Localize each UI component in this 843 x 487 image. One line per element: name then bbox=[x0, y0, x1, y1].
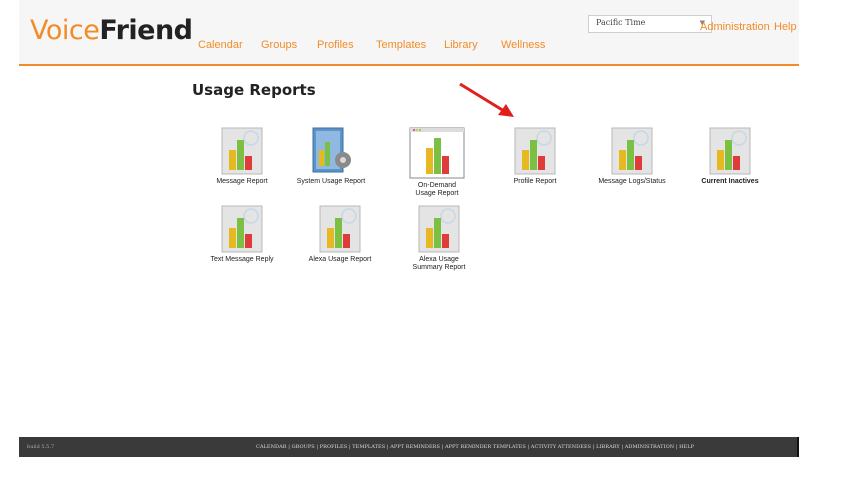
app-header: VoiceFriend Calendar Groups Profiles Tem… bbox=[19, 0, 799, 66]
nav-library[interactable]: Library bbox=[444, 39, 478, 51]
report-label: Message Report bbox=[216, 178, 268, 185]
report-label: Alexa Usage Summary Report bbox=[412, 256, 466, 271]
report-text-message-reply[interactable]: Text Message Reply bbox=[192, 204, 292, 264]
report-current-inactives[interactable]: Current Inactives bbox=[680, 126, 780, 186]
report-label: Alexa Usage Report bbox=[308, 256, 372, 263]
build-version: build 5.5.7 bbox=[27, 444, 55, 450]
report-chart-icon bbox=[319, 205, 361, 253]
report-chart-icon bbox=[418, 205, 460, 253]
report-label: On-Demand Usage Report bbox=[415, 182, 459, 197]
report-on-demand-usage-report[interactable]: On-Demand Usage Report bbox=[387, 126, 487, 198]
report-label: Current Inactives bbox=[701, 178, 759, 185]
report-profile-report[interactable]: Profile Report bbox=[485, 126, 585, 186]
nav-profiles[interactable]: Profiles bbox=[317, 39, 354, 51]
nav-wellness[interactable]: Wellness bbox=[501, 39, 545, 51]
report-label: System Usage Report bbox=[296, 178, 366, 185]
report-label: Profile Report bbox=[513, 178, 557, 185]
nav-groups[interactable]: Groups bbox=[261, 39, 297, 51]
timezone-select[interactable]: Pacific Time ▼ bbox=[588, 15, 712, 33]
administration-link[interactable]: Administration bbox=[700, 21, 770, 33]
nav-calendar[interactable]: Calendar bbox=[198, 39, 243, 51]
report-message-report[interactable]: Message Report bbox=[192, 126, 292, 186]
nav-templates[interactable]: Templates bbox=[376, 39, 426, 51]
footer-links[interactable]: CALENDAR | GROUPS | PROFILES | TEMPLATES… bbox=[256, 444, 694, 450]
system-usage-icon bbox=[312, 127, 351, 173]
report-chart-icon bbox=[611, 127, 653, 175]
report-chart-icon bbox=[514, 127, 556, 175]
report-message-logs-status[interactable]: Message Logs/Status bbox=[582, 126, 682, 186]
report-chart-icon bbox=[221, 127, 263, 175]
red-arrow-annotation bbox=[459, 82, 514, 117]
voicefriend-logo[interactable]: VoiceFriend bbox=[30, 17, 193, 44]
timezone-value: Pacific Time bbox=[596, 18, 646, 27]
report-label: Message Logs/Status bbox=[598, 178, 666, 185]
report-alexa-usage-report[interactable]: Alexa Usage Report bbox=[290, 204, 390, 264]
report-alexa-usage-summary-report[interactable]: Alexa Usage Summary Report bbox=[389, 204, 489, 272]
report-chart-icon bbox=[221, 205, 263, 253]
report-system-usage-report[interactable]: System Usage Report bbox=[281, 126, 381, 186]
app-footer: build 5.5.7 CALENDAR | GROUPS | PROFILES… bbox=[19, 437, 799, 457]
report-label: Text Message Reply bbox=[210, 256, 274, 263]
page-title: Usage Reports bbox=[192, 81, 316, 99]
on-demand-chart-icon bbox=[409, 127, 465, 179]
report-chart-icon bbox=[709, 127, 751, 175]
help-link[interactable]: Help bbox=[774, 21, 797, 33]
